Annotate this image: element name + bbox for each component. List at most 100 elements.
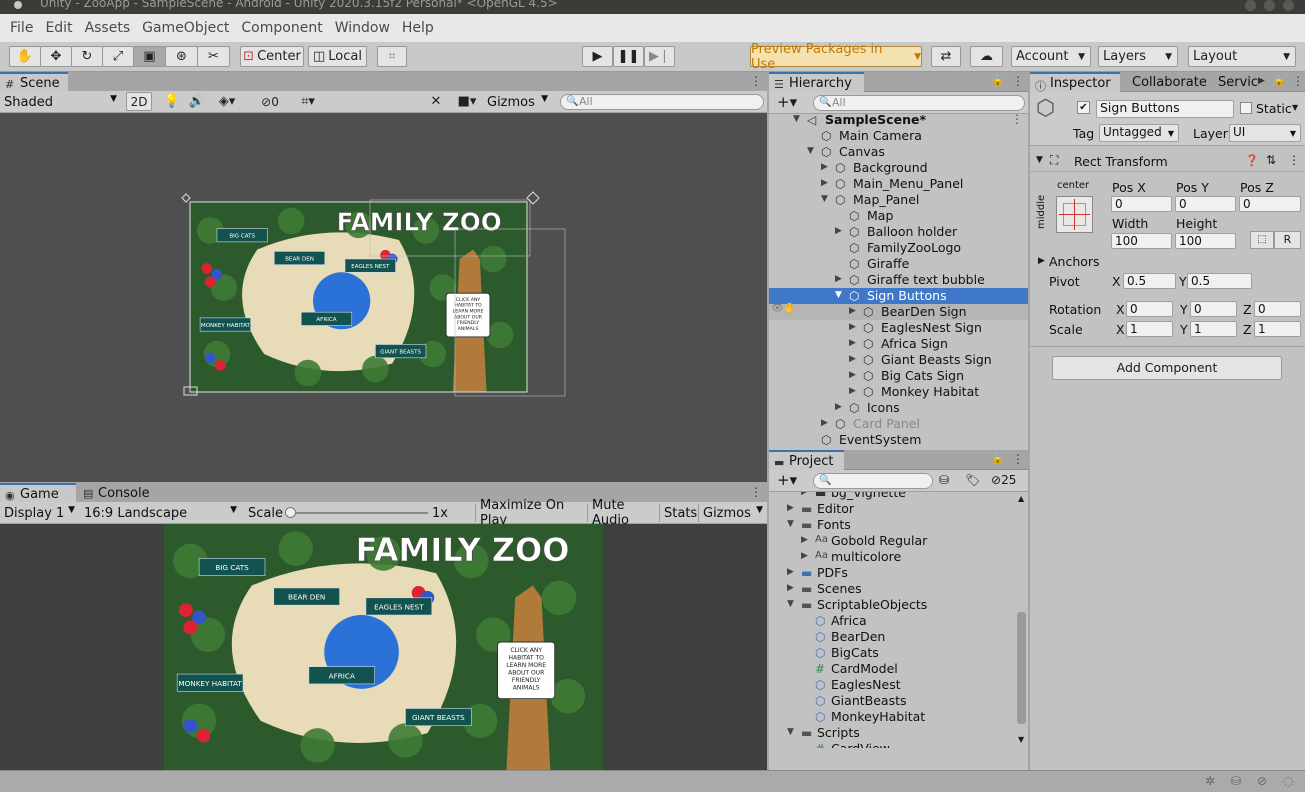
project-row[interactable]: ▶ ▬ Scenes <box>769 581 1017 597</box>
tab-project[interactable]: ▬ Project <box>769 450 844 470</box>
tag-dropdown[interactable]: Untagged ▼ <box>1099 124 1179 142</box>
hierarchy-row[interactable]: ▶ ⬡ EaglesNest Sign <box>769 320 1028 336</box>
chevron-down-icon[interactable]: ▼ <box>787 727 794 737</box>
project-row[interactable]: ▶ Aa Gobold Regular <box>769 533 1017 549</box>
grid-snap-icon[interactable]: ⌗ <box>377 46 407 67</box>
rot-y-input[interactable]: 0 <box>1190 301 1237 317</box>
lighting-icon[interactable]: 💡 <box>159 92 185 111</box>
scene-viewport[interactable]: FAMILY ZOO BIG CATS BEAR DEN EAGLES NEST AFR… <box>0 113 767 482</box>
rotate-tool-icon[interactable]: ↻ <box>71 46 103 67</box>
mute-audio-toggle[interactable]: Mute Audio <box>587 498 657 528</box>
cache-server-icon[interactable]: ⛁ <box>1231 774 1241 788</box>
anchors-label[interactable]: Anchors <box>1049 254 1100 269</box>
tab-inspector[interactable]: ⓘ Inspector <box>1030 72 1120 93</box>
create-plus-icon[interactable]: +▾ <box>777 471 797 489</box>
project-search-input[interactable]: 🔍 <box>813 473 933 489</box>
hierarchy-row[interactable]: ▼ ⬡ Map_Panel <box>769 192 1028 208</box>
anchor-presets-button[interactable] <box>1056 196 1093 233</box>
blueprint-mode-icon[interactable]: ⬚ <box>1250 231 1274 249</box>
pivot-center-button[interactable]: ⊡ Center <box>240 46 304 67</box>
kebab-menu-icon[interactable]: ⋮ <box>1011 112 1023 126</box>
scale-slider[interactable] <box>290 512 428 514</box>
filter-type-icon[interactable]: ⛁ <box>939 473 949 487</box>
gameobject-cube-icon[interactable]: ⬡ <box>1036 96 1055 121</box>
move-tool-icon[interactable]: ✥ <box>40 46 72 67</box>
chevron-right-icon[interactable]: ▶ <box>835 274 842 284</box>
project-row[interactable]: ⬡ Africa <box>769 613 1017 629</box>
chevron-right-icon[interactable]: ▶ <box>787 583 794 593</box>
menu-assets[interactable]: Assets <box>79 20 137 36</box>
game-viewport[interactable]: FAMILY ZOO BIG CATS BEAR DEN EAGLES NEST AFR… <box>0 524 767 770</box>
help-icon[interactable]: ❓ <box>1245 154 1259 167</box>
hierarchy-row[interactable]: ▶ ⬡ Giraffe text bubble <box>769 272 1028 288</box>
scrollbar-thumb[interactable] <box>1017 612 1026 724</box>
scale-y-input[interactable]: 1 <box>1190 321 1237 337</box>
chevron-right-icon[interactable]: ▶ <box>1038 256 1045 266</box>
pivot-y-input[interactable]: 0.5 <box>1187 273 1252 289</box>
kebab-menu-icon[interactable]: ⋮ <box>1012 74 1024 88</box>
active-checkbox[interactable]: ✔ <box>1077 101 1090 114</box>
height-input[interactable]: 100 <box>1175 233 1236 249</box>
menu-edit[interactable]: Edit <box>39 20 78 36</box>
kebab-menu-icon[interactable]: ⋮ <box>750 74 762 88</box>
width-input[interactable]: 100 <box>1111 233 1172 249</box>
project-row[interactable]: ▶ ▬ Editor <box>769 501 1017 517</box>
hierarchy-row[interactable]: ▶ ⬡ Main_Menu_Panel <box>769 176 1028 192</box>
tab-collaborate[interactable]: Collaborate <box>1112 72 1207 92</box>
project-row[interactable]: ▼ ▬ Scripts <box>769 725 1017 741</box>
tab-hierarchy[interactable]: ☰ Hierarchy <box>769 72 864 92</box>
grid-toggle-icon[interactable]: ⌗▾ <box>290 92 326 111</box>
kebab-menu-icon[interactable]: ⋮ <box>750 485 762 499</box>
anchor-handle-icon[interactable] <box>526 191 540 205</box>
tools-icon[interactable]: ✕ <box>425 92 447 111</box>
hierarchy-row[interactable]: ⬡ Map <box>769 208 1028 224</box>
chevron-right-icon[interactable]: ▶ <box>835 226 842 236</box>
chevron-right-icon[interactable]: ▶ <box>801 535 808 545</box>
add-component-button[interactable]: Add Component <box>1052 356 1282 380</box>
minimize-icon[interactable] <box>1245 0 1256 11</box>
shading-dropdown[interactable]: Shaded ▼ <box>0 93 120 111</box>
step-button[interactable]: ▶❘ <box>644 46 675 67</box>
tab-game[interactable]: ◉ Game <box>0 483 76 503</box>
scale-x-input[interactable]: 1 <box>1126 321 1173 337</box>
project-row[interactable]: # CardModel <box>769 661 1017 677</box>
cloud-icon[interactable]: ☁ <box>970 46 1003 67</box>
scale-z-input[interactable]: 1 <box>1254 321 1301 337</box>
chevron-right-icon[interactable]: ▶ <box>787 503 794 513</box>
hierarchy-row[interactable]: ▶ ⬡ Background <box>769 160 1028 176</box>
chevron-right-icon[interactable]: ▶ <box>849 386 856 396</box>
maximize-icon[interactable] <box>1264 0 1275 11</box>
component-menu-icon[interactable]: ⋮ <box>1288 153 1300 167</box>
kebab-menu-icon[interactable]: ⋮ <box>1012 452 1024 466</box>
game-gizmos-dropdown[interactable]: Gizmos ▼ <box>698 504 766 522</box>
static-checkbox[interactable] <box>1240 102 1252 114</box>
menu-component[interactable]: Component <box>235 20 328 36</box>
hidden-objects-toggle[interactable]: ⊘ 0 <box>255 92 285 111</box>
app-menu-icon[interactable] <box>14 1 22 9</box>
project-row[interactable]: ▶ Aa multicolore <box>769 549 1017 565</box>
stats-toggle[interactable]: Stats <box>659 504 697 522</box>
project-row[interactable]: ▼ ▬ ScriptableObjects <box>769 597 1017 613</box>
services-icon[interactable]: ⇄ <box>931 46 961 67</box>
menu-gameobject[interactable]: GameObject <box>136 20 235 36</box>
project-row[interactable]: ⬡ MonkeyHabitat <box>769 709 1017 725</box>
layers-dropdown[interactable]: Layers ▼ <box>1098 46 1178 67</box>
rot-x-input[interactable]: 0 <box>1126 301 1173 317</box>
hidden-packages-toggle[interactable]: ⊘25 <box>991 473 1016 487</box>
scroll-down-icon[interactable]: ▼ <box>1018 735 1024 744</box>
custom-tool-icon[interactable]: ✂ <box>197 46 230 67</box>
menu-help[interactable]: Help <box>396 20 440 36</box>
hand-tool-icon[interactable]: ✋ <box>9 46 41 67</box>
hierarchy-row[interactable]: ▼ ⬡ Sign Buttons <box>769 288 1028 304</box>
transform-tool-icon[interactable]: ⊛ <box>165 46 198 67</box>
layer-dropdown[interactable]: UI ▼ <box>1229 124 1301 142</box>
tab-console[interactable]: ▤ Console <box>78 483 158 503</box>
layout-dropdown[interactable]: Layout ▼ <box>1188 46 1296 67</box>
chevron-down-icon[interactable]: ▼ <box>793 114 800 124</box>
scroll-up-icon[interactable]: ▲ <box>1018 494 1024 503</box>
hierarchy-row[interactable]: ⬡ Giraffe <box>769 256 1028 272</box>
hierarchy-row[interactable]: ▼ ⬡ Canvas <box>769 144 1028 160</box>
hierarchy-row[interactable]: ▶ ⬡ Africa Sign <box>769 336 1028 352</box>
auto-generate-lighting-icon[interactable]: ⊘ <box>1257 774 1267 788</box>
filter-label-icon[interactable]: 🏷 <box>965 473 980 487</box>
